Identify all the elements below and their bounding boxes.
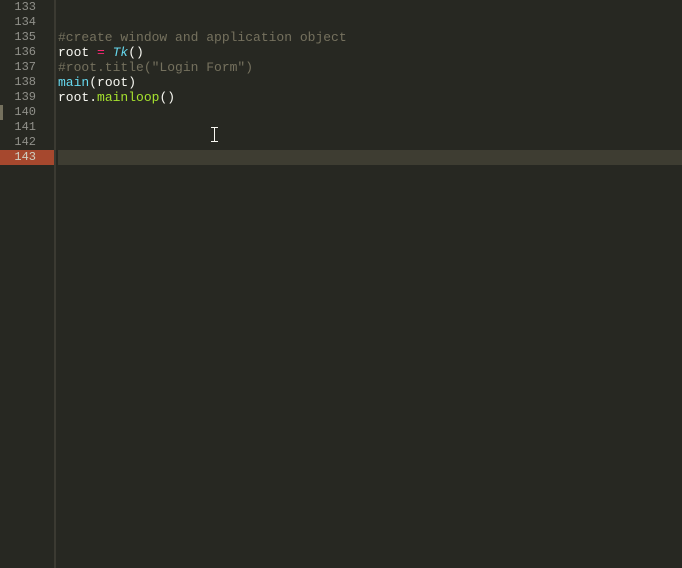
code-func: mainloop — [97, 90, 159, 105]
code-operator: = — [89, 45, 112, 60]
code-line[interactable]: root.mainloop() — [58, 90, 682, 105]
line-number: 133 — [0, 0, 54, 15]
code-line[interactable]: #root.title("Login Form") — [58, 60, 682, 75]
code-ident: root — [97, 75, 128, 90]
line-number: 137 — [0, 60, 54, 75]
code-paren: () — [128, 45, 144, 60]
code-editor[interactable]: #create window and application object ro… — [56, 0, 682, 568]
line-number: 142 — [0, 135, 54, 150]
line-number-gutter: 133 134 135 136 137 138 139 140 141 142 … — [0, 0, 56, 568]
code-line[interactable] — [58, 105, 682, 120]
code-dot: . — [89, 90, 97, 105]
code-line[interactable]: root = Tk() — [58, 45, 682, 60]
code-line[interactable] — [58, 15, 682, 30]
line-number: 135 — [0, 30, 54, 45]
line-number-text: 140 — [14, 105, 36, 119]
text-cursor-icon — [214, 127, 215, 142]
code-ident: root — [58, 45, 89, 60]
line-number: 141 — [0, 120, 54, 135]
code-ident: root — [58, 90, 89, 105]
code-line[interactable] — [58, 120, 682, 135]
line-number: 136 — [0, 45, 54, 60]
code-comment: #root.title("Login Form") — [58, 60, 253, 75]
code-comment: #create window and application object — [58, 30, 347, 45]
code-line-current[interactable] — [58, 150, 682, 165]
line-number: 134 — [0, 15, 54, 30]
line-number: 138 — [0, 75, 54, 90]
code-line[interactable] — [58, 0, 682, 15]
code-paren: ( — [89, 75, 97, 90]
code-line[interactable]: #create window and application object — [58, 30, 682, 45]
code-func: main — [58, 75, 89, 90]
code-paren: ) — [128, 75, 136, 90]
line-number: 139 — [0, 90, 54, 105]
line-number-current: 143 — [0, 150, 54, 165]
code-line[interactable] — [58, 135, 682, 150]
gutter-change-marker — [0, 105, 3, 120]
code-class: Tk — [113, 45, 129, 60]
code-paren: () — [159, 90, 175, 105]
line-number: 140 — [0, 105, 54, 120]
code-line[interactable]: main(root) — [58, 75, 682, 90]
